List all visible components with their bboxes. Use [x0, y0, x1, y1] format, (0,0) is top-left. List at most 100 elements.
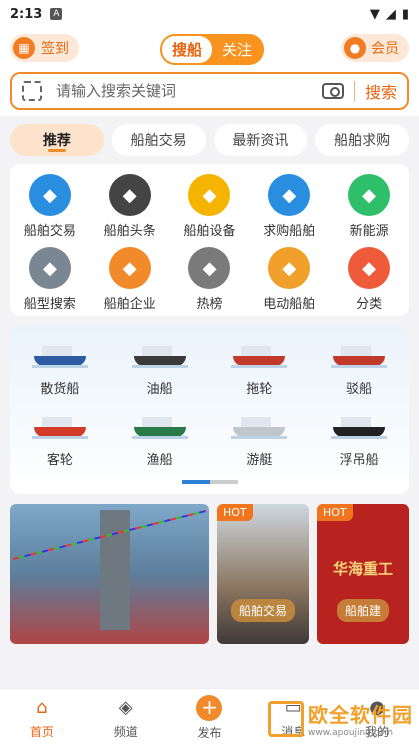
- ship-headlines-icon: ◆: [108, 174, 151, 216]
- grid-item-ship-headlines[interactable]: ◆ 船舶头条: [90, 174, 170, 239]
- hot-badge: HOT: [317, 504, 353, 521]
- mode-switch: 搜船 关注: [160, 34, 265, 65]
- hot-badge: HOT: [217, 504, 253, 521]
- category-icon: ◆: [348, 247, 391, 289]
- watermark-main: 欧全软件园: [308, 703, 413, 727]
- search-input[interactable]: [56, 82, 312, 100]
- bulk-carrier-icon: [31, 340, 88, 368]
- grid-item-label: 船舶交易: [23, 224, 76, 239]
- watermark-text: 欧全软件园 www.apoujing.com: [308, 699, 413, 738]
- grid-item-buy-ship[interactable]: ◆ 求购船舶: [249, 174, 329, 239]
- tab-ship-trade[interactable]: 船舶交易: [111, 124, 206, 156]
- nav-channel[interactable]: ◈ 频道: [84, 689, 168, 746]
- tugboat-icon: [231, 340, 288, 368]
- grid-item-label: 船舶设备: [183, 224, 236, 239]
- ship-trade-icon: ◆: [28, 174, 71, 216]
- scan-icon[interactable]: [22, 81, 42, 101]
- page-indicator: [10, 480, 409, 484]
- grid-item-ship-equipment[interactable]: ◆ 船舶设备: [170, 174, 250, 239]
- tab-latest-news[interactable]: 最新资讯: [213, 124, 308, 156]
- app-header: ▦ 签到 搜船 关注 ● 会员: [0, 28, 419, 68]
- ship-type-barge[interactable]: 驳船: [309, 340, 409, 397]
- promo-label: 船舶建: [336, 599, 389, 622]
- tab-search-ship[interactable]: 搜船: [162, 36, 213, 63]
- indicator-inactive: [209, 480, 238, 484]
- search-button[interactable]: 搜索: [365, 79, 397, 103]
- home-icon: ⌂: [36, 697, 48, 718]
- ship-type-label: 油船: [146, 382, 173, 397]
- promo-ship-trade[interactable]: HOT 船舶交易: [217, 504, 309, 644]
- grid-item-hot-list[interactable]: ◆ 热榜: [170, 247, 250, 312]
- floating-crane-icon: [331, 411, 388, 439]
- promo-label: 船舶交易: [230, 599, 295, 622]
- ship-type-floating-crane[interactable]: 浮吊船: [309, 411, 409, 468]
- grid-item-label: 电动船舶: [263, 297, 316, 312]
- ship-type-label: 游艇: [246, 453, 273, 468]
- member-button[interactable]: ● 会员: [341, 34, 409, 62]
- ship-type-tugboat[interactable]: 拖轮: [210, 340, 310, 397]
- bottom-nav: ⌂ 首页 ◈ 频道 + 发布 ▭ 消息 ● 我的 欧全软件园 www.apouj…: [0, 688, 419, 746]
- new-energy-icon: ◆: [348, 174, 391, 216]
- nav-label: 频道: [113, 724, 138, 739]
- electric-ship-icon: ◆: [268, 247, 311, 289]
- promo-row: HOT 船舶交易 HOT 华海重工 船舶建: [10, 504, 409, 644]
- nav-home[interactable]: ⌂ 首页: [0, 689, 84, 746]
- tab-follow[interactable]: 关注: [212, 36, 262, 63]
- camera-icon[interactable]: [321, 83, 344, 99]
- battery-icon: ▮: [401, 6, 409, 22]
- yacht-icon: [231, 411, 288, 439]
- grid-item-label: 船型搜索: [23, 297, 76, 312]
- ship-type-label: 客轮: [46, 453, 73, 468]
- huahai-logo: 华海重工: [332, 560, 393, 578]
- ship-company-icon: ◆: [108, 247, 151, 289]
- signin-button[interactable]: ▦ 签到: [10, 34, 79, 62]
- watermark-sub: www.apoujing.com: [308, 728, 394, 738]
- grid-item-ship-trade[interactable]: ◆ 船舶交易: [10, 174, 90, 239]
- plus-icon: +: [196, 694, 223, 721]
- search-divider: [353, 81, 355, 101]
- ship-type-search-icon: ◆: [28, 247, 71, 289]
- tab-ship-wanted[interactable]: 船舶求购: [315, 124, 409, 156]
- calendar-icon: ▦: [13, 37, 35, 59]
- nav-publish[interactable]: + 发布: [168, 689, 252, 746]
- oil-tanker-icon: [131, 340, 188, 368]
- grid-item-category[interactable]: ◆ 分类: [329, 247, 409, 312]
- nav-label: 发布: [197, 725, 222, 740]
- wifi-icon: ▼: [369, 6, 380, 22]
- grid-item-label: 船舶头条: [103, 224, 156, 239]
- crane-graphic: [100, 510, 130, 630]
- fishing-boat-icon: [131, 411, 188, 439]
- ship-type-yacht[interactable]: 游艇: [210, 411, 310, 468]
- hot-list-icon: ◆: [188, 247, 231, 289]
- tab-recommend[interactable]: 推荐: [10, 124, 104, 156]
- notification-a-icon: A: [50, 8, 63, 20]
- ship-type-oil-tanker[interactable]: 油船: [110, 340, 210, 397]
- status-bar: 2:13 A ▼ ◢ ▮: [0, 0, 419, 28]
- status-time: 2:13: [10, 6, 43, 22]
- grid-item-label: 分类: [356, 297, 383, 312]
- member-label: 会员: [371, 41, 399, 57]
- indicator-active: [181, 480, 210, 484]
- grid-item-label: 新能源: [349, 224, 389, 239]
- grid-item-ship-type-search[interactable]: ◆ 船型搜索: [10, 247, 90, 312]
- signin-label: 签到: [41, 41, 69, 57]
- search-area: 搜索: [0, 68, 419, 116]
- promo-huahai[interactable]: HOT 华海重工 船舶建: [317, 504, 409, 644]
- nav-label: 首页: [29, 724, 54, 739]
- ship-type-bulk-carrier[interactable]: 散货船: [10, 340, 110, 397]
- status-icons: ▼ ◢ ▮: [370, 7, 409, 22]
- promo-banner-image[interactable]: [10, 504, 209, 644]
- grid-item-new-energy[interactable]: ◆ 新能源: [329, 174, 409, 239]
- ship-type-label: 散货船: [40, 382, 80, 397]
- grid-item-label: 船舶企业: [103, 297, 156, 312]
- grid-item-ship-company[interactable]: ◆ 船舶企业: [90, 247, 170, 312]
- ship-equipment-icon: ◆: [188, 174, 231, 216]
- ship-type-card: 散货船 油船 拖轮 驳船客轮 渔船 游艇 浮吊船: [10, 326, 409, 494]
- ship-type-passenger-ship[interactable]: 客轮: [10, 411, 110, 468]
- ship-type-label: 驳船: [346, 382, 373, 397]
- feature-grid-card: ◆ 船舶交易 ◆ 船舶头条 ◆ 船舶设备 ◆ 求购船舶 ◆ 新能源 ◆ 船型搜索 ◆ 船舶企业 ◆ 热榜 ◆ 电动…: [10, 164, 409, 316]
- ship-type-label: 拖轮: [246, 382, 273, 397]
- ship-type-fishing-boat[interactable]: 渔船: [110, 411, 210, 468]
- compass-icon: ◈: [118, 697, 133, 718]
- grid-item-electric-ship[interactable]: ◆ 电动船舶: [249, 247, 329, 312]
